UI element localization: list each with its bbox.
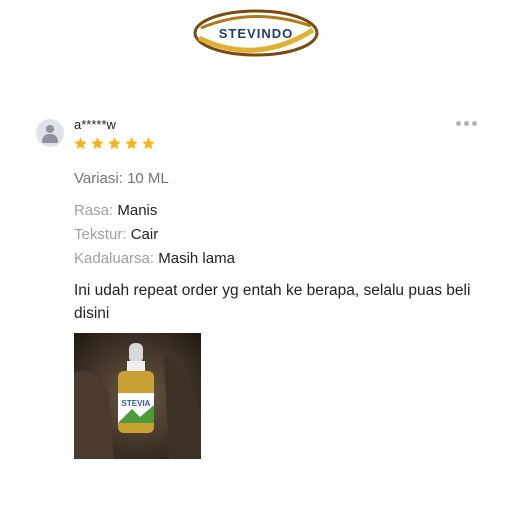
review-comment: Ini udah repeat order yg entah ke berapa…	[74, 282, 471, 322]
star-icon	[108, 137, 121, 150]
star-rating	[73, 136, 156, 151]
dot-icon	[464, 121, 469, 126]
star-icon	[125, 137, 138, 150]
dot-icon	[456, 121, 461, 126]
attribute-key: Kadaluarsa:	[74, 250, 155, 267]
attribute-value: Manis	[117, 202, 158, 219]
attribute-value: Cair	[130, 226, 159, 243]
variant-text: Variasi: 10 ML	[74, 170, 169, 187]
review-photo[interactable]: STEVIA	[74, 333, 201, 459]
user-avatar[interactable]	[36, 119, 64, 147]
attribute-row: Rasa: Manis	[74, 202, 157, 219]
star-icon	[74, 137, 87, 150]
attribute-key: Rasa:	[74, 202, 114, 219]
star-icon	[91, 137, 104, 150]
reviewer-name: a*****w	[74, 117, 116, 132]
attribute-value: Masih lama	[158, 250, 235, 267]
attribute-row: Tekstur: Cair	[74, 226, 158, 243]
more-options-button[interactable]	[456, 121, 478, 131]
svg-text:STEVIA: STEVIA	[122, 399, 151, 408]
star-icon	[142, 137, 155, 150]
person-icon	[46, 125, 54, 133]
attribute-key: Tekstur:	[74, 226, 127, 243]
review-card: a*****w Variasi: 10 ML Rasa: Manis Tekst…	[0, 0, 510, 510]
dot-icon	[472, 121, 477, 126]
attribute-row: Kadaluarsa: Masih lama	[74, 250, 235, 267]
